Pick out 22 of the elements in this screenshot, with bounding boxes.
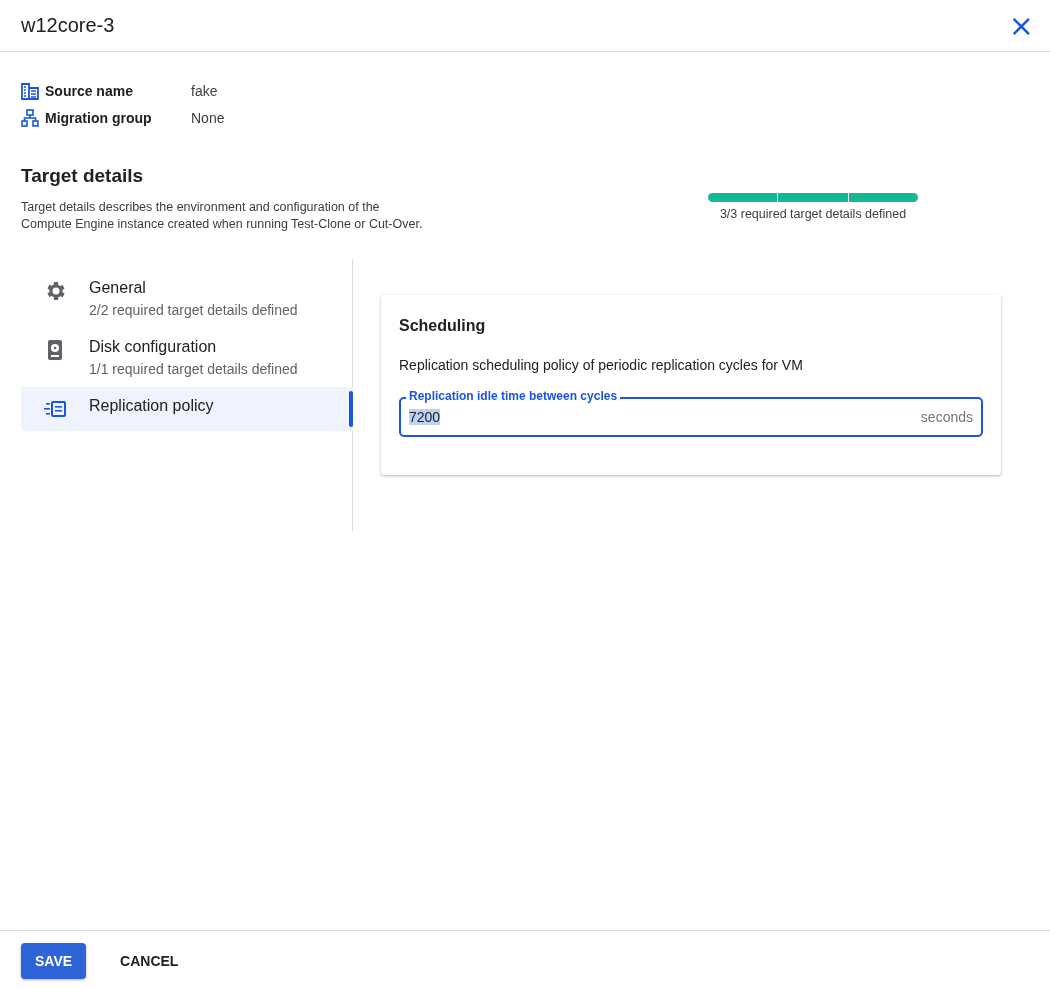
building-icon — [21, 82, 39, 100]
section-title: Target details — [21, 165, 145, 187]
info-label: Migration group — [45, 110, 153, 126]
window-title: w12core-3 — [21, 14, 115, 37]
nav-item[interactable]: Disk configuration 1/1 required target details defined — [21, 328, 353, 387]
input-field[interactable]: Replication idle time between cycles 7200 seconds — [399, 387, 983, 437]
save-button[interactable]: SAVE — [21, 942, 87, 979]
card-description: Replication scheduling policy of periodic replication cycles for VM — [399, 357, 804, 373]
field-value: 7200 — [409, 409, 441, 425]
nav-item[interactable]: Replication policy — [21, 387, 353, 431]
hierarchy-icon — [21, 109, 39, 127]
field-label: Replication idle time between cycles — [406, 389, 621, 403]
nav-item[interactable]: General 2/2 required target details defined — [21, 269, 353, 328]
progress-caption: 3/3 required target details defined — [719, 207, 907, 221]
info-value: None — [191, 110, 226, 126]
cancel-button[interactable]: CANCEL — [106, 942, 193, 979]
field-suffix: seconds — [920, 409, 973, 425]
close-button[interactable]: × — [1004, 10, 1038, 41]
info-label: Source name — [45, 83, 134, 99]
card-title: Scheduling — [399, 317, 487, 335]
info-value: fake — [191, 83, 219, 99]
section-description: Target details describes the environment and configuration of the Compute Engine instance created when running Test-Clone or Cut-Over. — [21, 199, 424, 233]
